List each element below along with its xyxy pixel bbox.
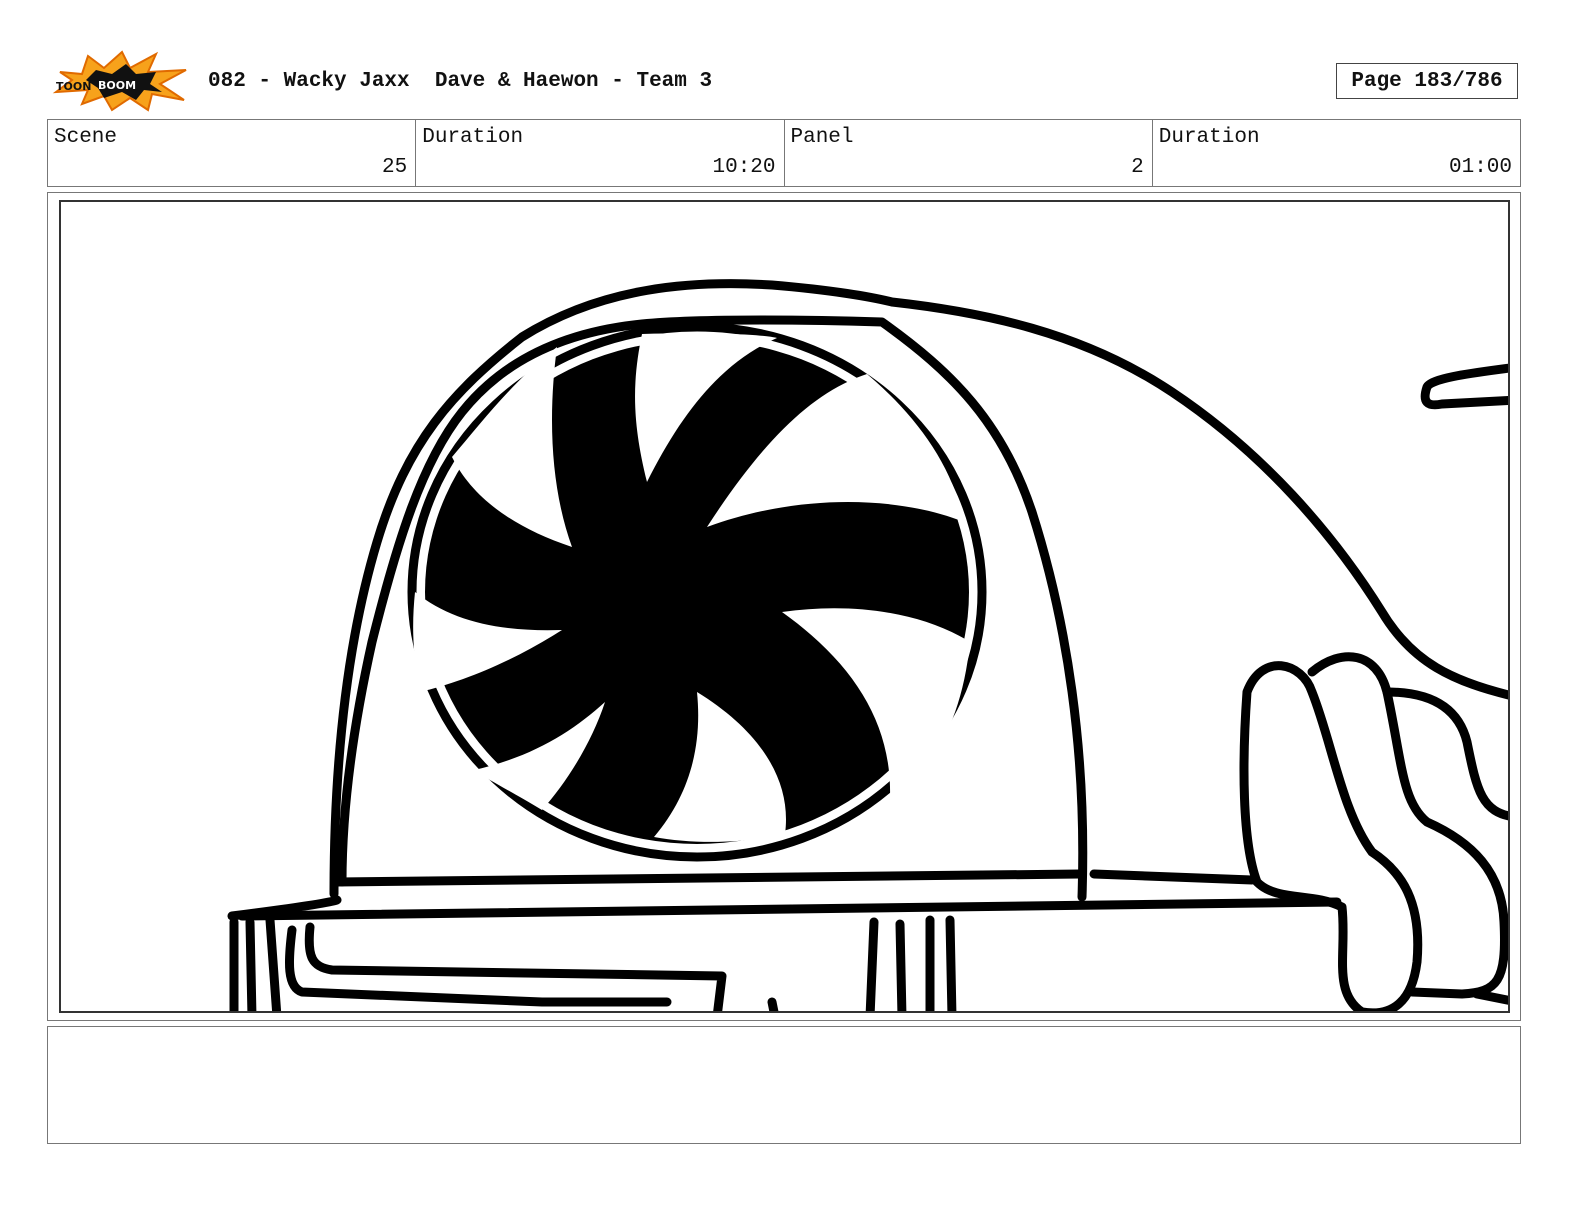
base-drawing — [227, 869, 1342, 1011]
panel-cell: Panel 2 — [785, 120, 1153, 186]
panel-label: Panel — [790, 126, 854, 149]
panel-drawing — [59, 200, 1510, 1013]
panel-notes — [47, 1026, 1521, 1144]
svg-text:TOON: TOON — [56, 80, 91, 93]
scene-duration-label: Duration — [422, 126, 524, 149]
scene-label: Scene — [54, 126, 118, 149]
hand-drawing — [1239, 363, 1508, 1011]
toon-boom-logo: TOON BOOM — [52, 50, 188, 112]
panel-duration-cell: Duration 01:00 — [1153, 120, 1520, 186]
panel-duration-label: Duration — [1158, 126, 1260, 149]
panel-duration-value: 01:00 — [1448, 156, 1512, 179]
svg-text:BOOM: BOOM — [98, 79, 136, 92]
scene-value: 25 — [382, 156, 408, 179]
fan-housing-drawing — [329, 279, 1508, 902]
scene-cell: Scene 25 — [48, 120, 417, 186]
storyboard-title: 082 - Wacky Jaxx Dave & Haewon - Team 3 — [208, 70, 713, 93]
scene-duration-cell: Duration 10:20 — [416, 120, 785, 186]
info-bar: Scene 25 Duration 10:20 Panel 2 Duration… — [47, 119, 1521, 187]
panel-value: 2 — [1131, 156, 1144, 179]
scene-duration-value: 10:20 — [712, 156, 776, 179]
page-number: Page 183/786 — [1336, 63, 1518, 99]
